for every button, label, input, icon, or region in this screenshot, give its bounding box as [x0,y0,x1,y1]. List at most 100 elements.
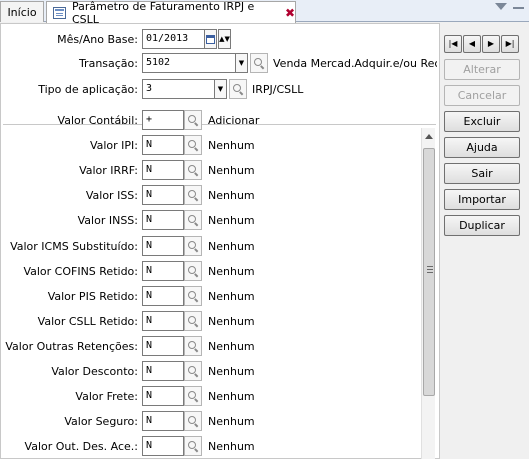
magnifier-icon[interactable] [184,135,202,155]
field-description: Nenhum [208,214,255,227]
magnifier-icon[interactable] [184,236,202,256]
mes-ano-spin-button[interactable]: ▲▼ [218,29,231,49]
field-label: Valor Seguro: [64,415,138,428]
field-description: Nenhum [208,415,255,428]
chevron-down-icon[interactable]: ▼ [214,79,227,99]
importar-button-label: Importar [458,193,506,206]
transacao-label: Transação: [78,57,138,70]
magnifier-icon[interactable] [229,79,247,99]
field-label: Valor IRRF: [79,164,138,177]
magnifier-icon[interactable] [184,286,202,306]
field-description: Nenhum [208,139,255,152]
cancelar-button-label: Cancelar [457,89,507,102]
duplicar-button-label: Duplicar [459,219,505,232]
previous-record-button[interactable]: ◀ [463,35,481,53]
field-input[interactable]: N [142,160,184,180]
magnifier-icon[interactable] [184,160,202,180]
sair-button-label: Sair [471,167,493,180]
field-label: Valor COFINS Retido: [23,265,138,278]
ajuda-button[interactable]: Ajuda [444,137,520,158]
magnifier-icon[interactable] [184,210,202,230]
field-description: Nenhum [208,290,255,303]
scrollbar-thumb[interactable] [423,148,435,396]
field-description: Nenhum [208,189,255,202]
field-description: Nenhum [208,340,255,353]
sair-button[interactable]: Sair [444,163,520,184]
field-label: Valor CSLL Retido: [37,315,138,328]
importar-button[interactable]: Importar [444,189,520,210]
magnifier-icon[interactable] [184,386,202,406]
calendar-icon[interactable] [204,29,217,49]
field-description: Nenhum [208,164,255,177]
transacao-description: Venda Mercad.Adquir.e/ou Rec [273,57,437,70]
ajuda-button-label: Ajuda [466,141,498,154]
field-label: Valor ICMS Substituído: [10,240,138,253]
field-label: Valor IPI: [89,139,138,152]
magnifier-icon[interactable] [184,336,202,356]
magnifier-icon[interactable] [184,361,202,381]
field-input[interactable]: N [142,210,184,230]
field-label: Valor Out. Des. Ace.: [24,440,138,453]
magnifier-icon[interactable] [184,311,202,331]
tab-list-dropdown-icon[interactable] [495,3,507,10]
tab-bar: Início Parâmetro de Faturamento IRPJ e C… [0,0,529,26]
excluir-button-label: Excluir [463,115,501,128]
form-panel: Mês/Ano Base: 01/2013 ▲▼ Transação: 5102… [0,23,440,459]
field-input[interactable]: N [142,336,184,356]
alterar-button[interactable]: Alterar [444,59,520,80]
field-input[interactable]: N [142,311,184,331]
field-description: Nenhum [208,265,255,278]
alterar-button-label: Alterar [463,63,501,76]
mes-ano-label: Mês/Ano Base: [57,33,138,46]
vertical-scrollbar[interactable] [421,128,435,459]
field-input[interactable]: N [142,135,184,155]
tipo-aplicacao-label: Tipo de aplicação: [38,83,138,96]
field-input[interactable]: N [142,361,184,381]
tab-parametro-faturamento[interactable]: Parâmetro de Faturamento IRPJ e CSLL ✖ [46,0,296,26]
close-icon[interactable]: ✖ [285,6,295,20]
field-input[interactable]: N [142,261,184,281]
field-description: Adicionar [208,114,260,127]
magnifier-icon[interactable] [184,436,202,456]
field-label: Valor Contábil: [57,114,138,127]
field-label: Valor Desconto: [51,365,138,378]
chevron-down-icon[interactable]: ▼ [235,53,248,73]
scroll-up-icon[interactable] [425,134,433,139]
field-description: Nenhum [208,315,255,328]
magnifier-icon[interactable] [184,185,202,205]
field-label: Valor Outras Retenções: [5,340,138,353]
transacao-input[interactable]: 5102 [142,53,236,73]
tab-inicio[interactable]: Início [0,1,44,22]
magnifier-icon[interactable] [184,110,202,130]
field-input[interactable]: + [142,110,184,130]
magnifier-icon[interactable] [250,53,268,73]
field-input[interactable]: N [142,286,184,306]
magnifier-icon[interactable] [184,411,202,431]
last-record-button[interactable]: ▶| [501,35,519,53]
duplicar-button[interactable]: Duplicar [444,215,520,236]
field-input[interactable]: N [142,436,184,456]
field-description: Nenhum [208,240,255,253]
form-window-icon [53,6,66,19]
tab-inicio-label: Início [7,5,37,19]
field-input[interactable]: N [142,185,184,205]
tab-parametro-label: Parâmetro de Faturamento IRPJ e CSLL [72,0,255,26]
cancelar-button[interactable]: Cancelar [444,85,520,106]
magnifier-icon[interactable] [184,261,202,281]
excluir-button[interactable]: Excluir [444,111,520,132]
field-label: Valor Frete: [75,390,138,403]
mes-ano-input[interactable]: 01/2013 [142,29,205,49]
tipo-aplicacao-description: IRPJ/CSLL [252,83,304,96]
field-label: Valor ISS: [85,189,138,202]
minimize-icon[interactable] [513,7,524,9]
field-description: Nenhum [208,440,255,453]
field-label: Valor INSS: [77,214,138,227]
field-input[interactable]: N [142,411,184,431]
next-record-button[interactable]: ▶ [482,35,500,53]
first-record-button[interactable]: |◀ [444,35,462,53]
field-description: Nenhum [208,365,255,378]
field-description: Nenhum [208,390,255,403]
tipo-aplicacao-input[interactable]: 3 [142,79,215,99]
field-input[interactable]: N [142,236,184,256]
field-input[interactable]: N [142,386,184,406]
